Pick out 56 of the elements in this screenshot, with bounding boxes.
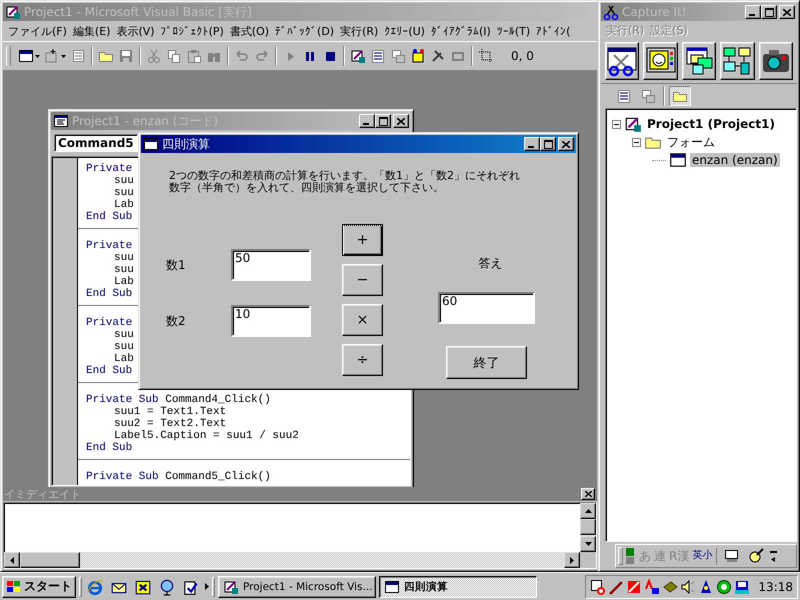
tree-item[interactable]: フォーム	[665, 134, 717, 150]
code-line: End Sub	[86, 288, 132, 300]
tree-item[interactable]: Project1 (Project1)	[645, 117, 777, 131]
menu-item[interactable]: 編集(E)	[70, 24, 114, 38]
field-label: 数2	[166, 312, 187, 330]
code-line: suu	[113, 329, 134, 341]
code-line: suu	[113, 187, 134, 199]
answer-label: 答え	[478, 255, 504, 272]
code-line: Private	[86, 163, 132, 175]
code-line: suu	[113, 175, 134, 187]
code-line: Lab	[113, 199, 134, 211]
position-readout: 0, 0	[511, 49, 534, 63]
code-line: End Sub	[86, 211, 132, 223]
menu-item[interactable]: ｱﾄﾞｲﾝ(	[533, 24, 574, 38]
number-field[interactable]: 10	[231, 305, 311, 337]
menu-item[interactable]: 書式(O)	[226, 24, 272, 38]
code-line: suu	[113, 264, 134, 276]
code-line: suu2 = Text2.Text	[113, 418, 226, 430]
menu-item[interactable]: ﾂｰﾙ(T)	[494, 24, 534, 38]
tree-item[interactable]: enzan (enzan)	[690, 153, 780, 167]
code-line: Private	[86, 317, 132, 329]
code-line: Private Sub Command4_Click()	[86, 394, 271, 406]
operator-button[interactable]: +	[342, 224, 383, 256]
operator-button[interactable]: −	[342, 264, 383, 296]
start-button[interactable]: スタート	[2, 576, 76, 598]
taskbar-button[interactable]: Project1 - Microsoft Vis...	[218, 576, 376, 598]
code-line: End Sub	[86, 442, 132, 454]
operator-button[interactable]: ÷	[342, 344, 383, 376]
menu-item[interactable]: 実行(R)	[337, 24, 382, 38]
menu-item[interactable]: ﾌﾟﾛｼﾞｪｸﾄ(P)	[158, 24, 227, 38]
menu-item[interactable]: ﾃﾞﾊﾞｯｸﾞ(D)	[272, 24, 338, 38]
taskbar-button[interactable]: 四則演算	[379, 576, 537, 598]
window-title: 四則演算	[162, 136, 211, 152]
clock: 13:18	[758, 580, 793, 594]
code-line: End Sub	[86, 365, 132, 377]
ime-mode-button[interactable]: 英小	[692, 548, 712, 564]
code-line: suu1 = Text1.Text	[113, 406, 226, 418]
exit-button[interactable]: 終了	[446, 346, 527, 379]
menu-item[interactable]: ファイル(F)	[5, 24, 70, 38]
menu-item[interactable]: ﾀﾞｲｱｸﾞﾗﾑ(I)	[428, 24, 494, 38]
code-line: Private	[86, 240, 132, 252]
code-line: Lab	[113, 353, 134, 365]
code-line: suu	[113, 252, 134, 264]
code-line: Label5.Caption = suu1 / suu2	[113, 430, 299, 442]
menu-item[interactable]: 表示(V)	[113, 24, 158, 38]
answer-field[interactable]: 60	[438, 292, 535, 324]
code-line: Lab	[113, 276, 134, 288]
description-text: 2つの数字の和差積商の計算を行います。「数1」と「数2」にそれぞれ 数字（半角で）を入れて、四則演算を選択して下さい。	[169, 170, 521, 194]
field-label: 数1	[166, 256, 187, 274]
menu-item[interactable]: ｸｴﾘｰ(U)	[381, 24, 428, 38]
object-dropdown[interactable]: Command5	[54, 134, 138, 152]
number-field[interactable]: 50	[231, 249, 311, 281]
code-line: Private Sub Command5_Click()	[86, 471, 271, 483]
operator-button[interactable]: ×	[342, 304, 383, 336]
panel-title: イミディエイト	[4, 486, 81, 502]
code-line: suu	[113, 341, 134, 353]
